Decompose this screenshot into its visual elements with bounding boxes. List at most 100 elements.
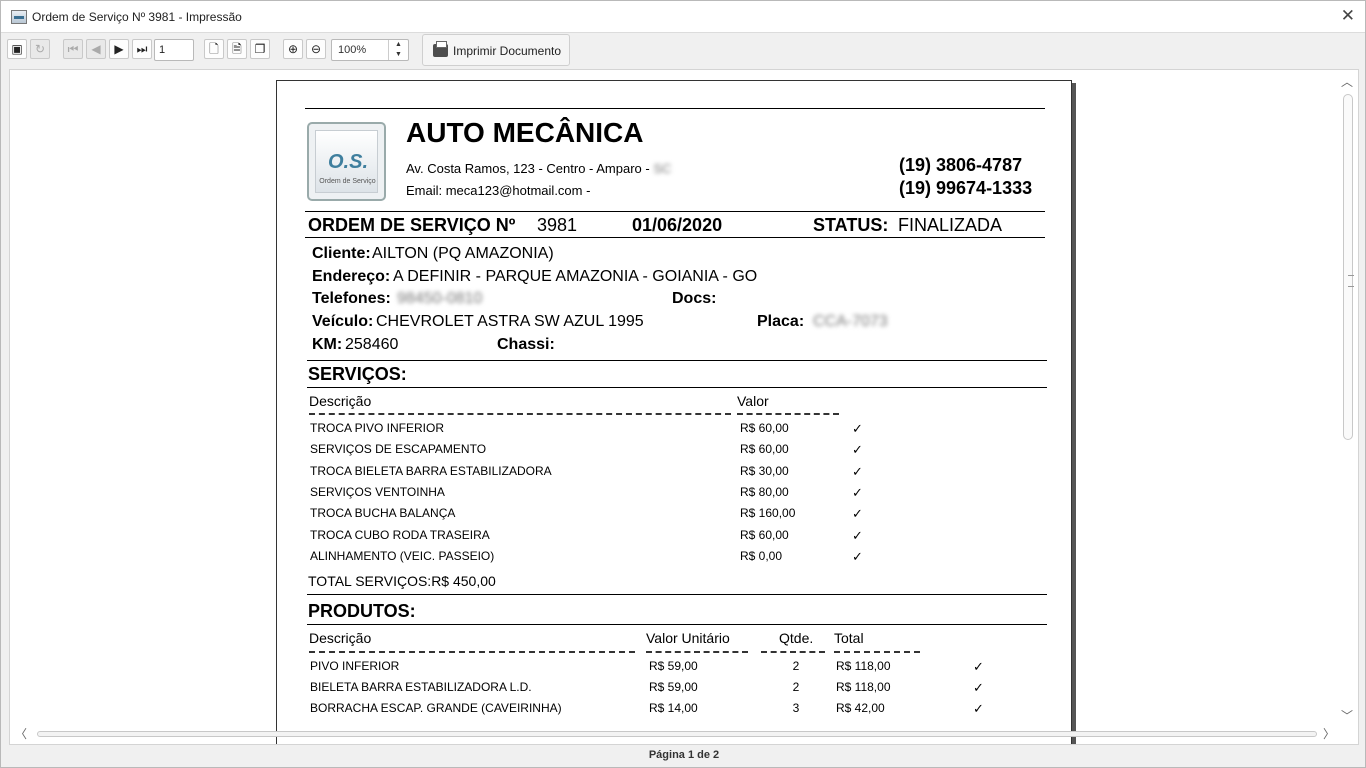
produto-qtd: 2 xyxy=(792,680,800,694)
check-icon: ✓ xyxy=(852,442,863,458)
check-icon: ✓ xyxy=(852,527,863,543)
scroll-left-icon[interactable]: 〈 xyxy=(15,725,27,742)
servico-desc: TROCA BIELETA BARRA ESTABILIZADORA xyxy=(310,463,552,478)
divider xyxy=(307,594,1047,595)
divider xyxy=(307,387,1047,388)
produto-desc: BORRACHA ESCAP. GRANDE (CAVEIRINHA) xyxy=(310,701,562,715)
page-indicator: Página 1 de 2 xyxy=(648,749,720,761)
produto-total: R$ 118,00 xyxy=(836,659,891,673)
servico-valor: R$ 30,00 xyxy=(740,463,789,478)
servico-desc: TROCA CUBO RODA TRASEIRA xyxy=(310,527,490,542)
refresh-icon[interactable]: ↻ xyxy=(30,39,50,59)
page-width-icon[interactable]: 🗎 xyxy=(227,39,247,59)
os-number: 3981 xyxy=(537,215,578,235)
produto-unit: R$ 59,00 xyxy=(649,680,698,694)
print-button-label: Imprimir Documento xyxy=(453,44,562,58)
telefones-value: 98450-0810 xyxy=(397,290,483,307)
check-icon: ✓ xyxy=(852,548,863,564)
zoom-spinner-icon[interactable]: ▲ ▼ xyxy=(388,40,408,60)
produto-desc: PIVO INFERIOR xyxy=(310,659,400,673)
servico-valor: R$ 60,00 xyxy=(740,442,789,457)
servico-valor: R$ 80,00 xyxy=(740,484,789,499)
zoom-select[interactable]: 100% ▲ ▼ xyxy=(331,39,409,61)
servico-valor: R$ 0,00 xyxy=(740,548,783,563)
check-icon: ✓ xyxy=(973,659,984,674)
servicos-col-valor: Valor xyxy=(737,393,769,409)
prev-page-icon[interactable]: ◀ xyxy=(86,39,106,59)
divider xyxy=(307,360,1047,361)
telefones-label: Telefones: xyxy=(312,290,391,307)
divider xyxy=(307,624,1047,625)
servico-desc: TROCA PIVO INFERIOR xyxy=(310,421,445,435)
chassi-label: Chassi: xyxy=(497,336,555,353)
dashed-rule xyxy=(309,413,731,415)
produtos-title: PRODUTOS: xyxy=(308,601,416,621)
title-bar: Ordem de Serviço Nº 3981 - Impressão ✕ xyxy=(1,1,1365,33)
produto-unit: R$ 14,00 xyxy=(649,701,698,715)
cliente-value: AILTON (PQ AMAZONIA) xyxy=(372,245,554,262)
status-value: FINALIZADA xyxy=(898,215,1003,235)
produto-qtd: 2 xyxy=(792,659,800,673)
vertical-scrollbar[interactable] xyxy=(1341,82,1355,722)
app-icon xyxy=(11,10,27,24)
servico-desc: SERVIÇOS DE ESCAPAMENTO xyxy=(310,442,487,457)
page-number-input[interactable]: 1 xyxy=(154,39,194,61)
produtos-col-desc: Descrição xyxy=(309,630,372,646)
check-icon: ✓ xyxy=(852,463,863,479)
horizontal-scrollbar[interactable] xyxy=(37,731,1317,737)
dashed-rule xyxy=(646,651,748,653)
single-page-icon[interactable]: 🗋 xyxy=(204,39,224,59)
multi-page-icon[interactable]: ❐ xyxy=(250,39,270,59)
save-icon[interactable]: ▣ xyxy=(7,39,27,59)
company-logo: O.S. Ordem de Serviço xyxy=(307,122,386,201)
km-label: KM: xyxy=(312,336,343,353)
servico-valor: R$ 60,00 xyxy=(740,421,789,435)
dashed-rule xyxy=(761,651,825,653)
check-icon: ✓ xyxy=(852,484,863,500)
phone-2: (19) 99674-1333 xyxy=(899,178,1033,198)
first-page-icon[interactable]: ⏮ xyxy=(63,39,83,59)
company-name: AUTO MECÂNICA xyxy=(406,117,644,148)
placa-label: Placa: xyxy=(757,313,805,330)
status-label: STATUS: xyxy=(813,215,889,235)
endereco-value: A DEFINIR - PARQUE AMAZONIA - GOIANIA - … xyxy=(393,268,758,285)
servico-desc: TROCA BUCHA BALANÇA xyxy=(310,506,456,521)
servico-valor: R$ 160,00 xyxy=(740,506,796,521)
produto-desc: BIELETA BARRA ESTABILIZADORA L.D. xyxy=(310,680,532,694)
produto-unit: R$ 59,00 xyxy=(649,659,698,673)
company-email: Email: meca123@hotmail.com - xyxy=(406,183,591,198)
check-icon: ✓ xyxy=(852,421,863,436)
servico-valor: R$ 60,00 xyxy=(740,527,789,542)
dashed-rule xyxy=(834,651,920,653)
toolbar: ▣ ↻ ⏮ ◀ ▶ ⏭ 1 🗋 🗎 ❐ ⊕ ⊖ 100% ▲ ▼ Imprimir… xyxy=(1,33,1365,69)
produto-total: R$ 118,00 xyxy=(836,680,891,694)
check-icon: ✓ xyxy=(973,701,984,716)
zoom-in-icon[interactable]: ⊕ xyxy=(283,39,303,59)
close-icon[interactable]: ✕ xyxy=(1341,6,1355,26)
produtos-col-total: Total xyxy=(834,630,864,646)
scrollbar-thumb[interactable] xyxy=(1343,94,1354,440)
produtos-col-unit: Valor Unitário xyxy=(646,630,730,646)
servico-desc: SERVIÇOS VENTOINHA xyxy=(310,484,445,499)
os-date: 01/06/2020 xyxy=(632,215,723,235)
produto-total: R$ 42,00 xyxy=(836,701,885,715)
scroll-down-icon[interactable]: ﹀ xyxy=(1341,707,1353,724)
scroll-up-icon[interactable]: ︿ xyxy=(1341,73,1353,90)
company-address: Av. Costa Ramos, 123 - Centro - Amparo -… xyxy=(406,161,672,176)
produto-qtd: 3 xyxy=(792,701,800,715)
report-viewer: O.S. Ordem de Serviço AUTO MECÂNICA Av. … xyxy=(9,69,1359,745)
veiculo-label: Veículo: xyxy=(312,313,374,330)
next-page-icon[interactable]: ▶ xyxy=(109,39,129,59)
os-label: ORDEM DE SERVIÇO Nº xyxy=(308,215,516,235)
scroll-right-icon[interactable]: 〉 xyxy=(1323,725,1335,742)
veiculo-value: CHEVROLET ASTRA SW AZUL 1995 xyxy=(376,313,644,330)
divider xyxy=(305,108,1045,109)
print-button[interactable]: Imprimir Documento xyxy=(422,34,570,66)
servico-desc: ALINHAMENTO (VEIC. PASSEIO) xyxy=(310,548,495,563)
zoom-value: 100% xyxy=(338,44,367,56)
phone-1: (19) 3806-4787 xyxy=(899,155,1023,175)
placa-value: CCA-7073 xyxy=(813,313,888,330)
last-page-icon[interactable]: ⏭ xyxy=(132,39,152,59)
zoom-out-icon[interactable]: ⊖ xyxy=(306,39,326,59)
dashed-rule xyxy=(309,651,635,653)
